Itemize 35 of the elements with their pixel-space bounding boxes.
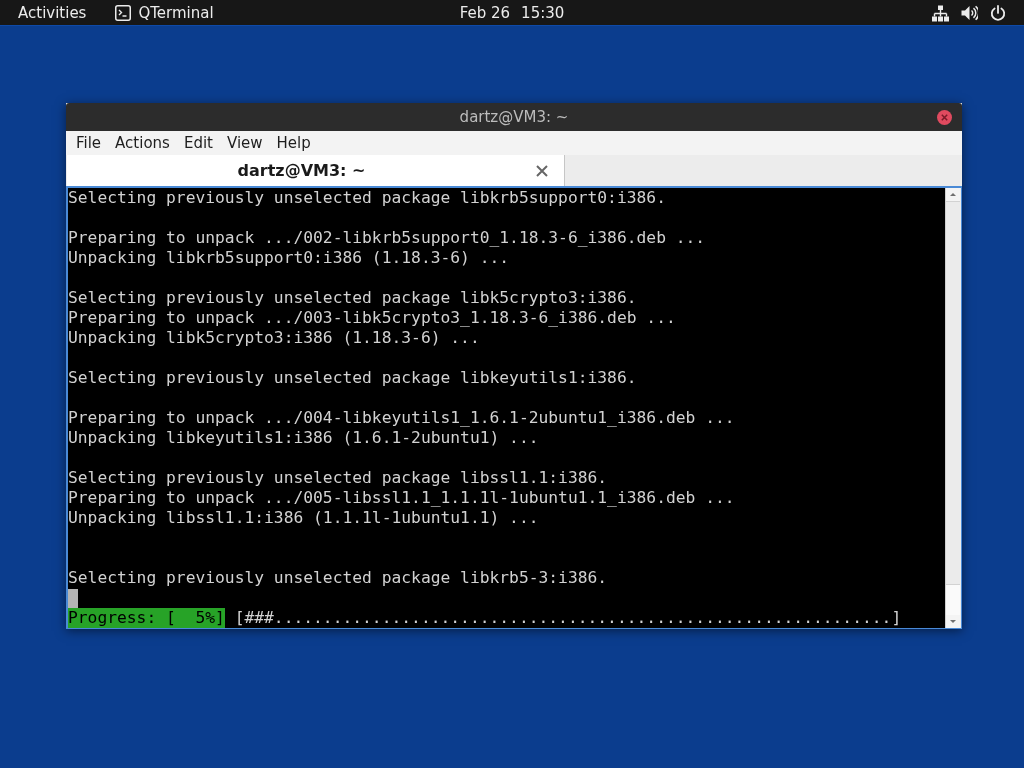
power-icon[interactable] xyxy=(990,5,1006,21)
menu-item[interactable]: Help xyxy=(270,131,317,155)
terminal-line: Preparing to unpack .../004-libkeyutils1_1.6.1-2ubuntu1_i386.deb ... xyxy=(68,408,735,428)
terminal-line: Selecting previously unselected package libssl1.1:i386. xyxy=(68,468,608,488)
scroll-down-button[interactable] xyxy=(946,615,960,628)
text-cursor xyxy=(68,589,78,608)
activities-button[interactable]: Activities xyxy=(10,0,95,26)
scroll-thumb[interactable] xyxy=(946,201,960,585)
terminal-line: Unpacking libkrb5support0:i386 (1.18.3-6) ... xyxy=(68,248,510,268)
terminal-line: Selecting previously unselected package libkrb5-3:i386. xyxy=(68,568,608,588)
terminal-line: Unpacking libssl1.1:i386 (1.1.1l-1ubuntu1.1) ... xyxy=(68,508,539,528)
clock-button[interactable]: Feb 26 15:30 xyxy=(459,0,565,26)
tab[interactable]: dartz@VM3: ~ xyxy=(67,155,565,186)
terminal-line: Selecting previously unselected package libkeyutils1:i386. xyxy=(68,368,637,388)
progress-bar-text: [###...............................................................] xyxy=(234,608,902,628)
close-icon[interactable] xyxy=(937,109,952,125)
terminal-line: Preparing to unpack .../005-libssl1.1_1.1.1l-1ubuntu1.1_i386.deb ... xyxy=(68,488,735,508)
window-title: dartz@VM3: ~ xyxy=(459,106,569,128)
terminal-line: Selecting previously unselected package libkrb5support0:i386. xyxy=(68,188,666,208)
volume-icon[interactable] xyxy=(961,5,978,21)
menu-item[interactable]: Actions xyxy=(109,131,176,155)
terminal-line: Selecting previously unselected package libk5crypto3:i386. xyxy=(68,288,637,308)
terminal-line: Unpacking libk5crypto3:i386 (1.18.3-6) ... xyxy=(68,328,480,348)
progress-label: Progress: [ 5%] xyxy=(68,608,225,628)
app-menu-button[interactable]: QTerminal xyxy=(115,0,214,26)
scroll-up-button[interactable] xyxy=(946,188,960,201)
terminal-line: Preparing to unpack .../002-libkrb5support0_1.18.3-6_i386.deb ... xyxy=(68,228,706,248)
terminal-line: Preparing to unpack .../003-libk5crypto3_1.18.3-6_i386.deb ... xyxy=(68,308,676,328)
menu-item[interactable]: View xyxy=(220,131,269,155)
network-icon[interactable] xyxy=(932,4,949,22)
close-icon[interactable] xyxy=(536,164,548,177)
terminal-icon xyxy=(115,5,132,21)
terminal-line: Unpacking libkeyutils1:i386 (1.6.1-2ubuntu1) ... xyxy=(68,428,539,448)
menu-item[interactable]: Edit xyxy=(177,131,219,155)
menu-item[interactable]: File xyxy=(70,131,108,155)
